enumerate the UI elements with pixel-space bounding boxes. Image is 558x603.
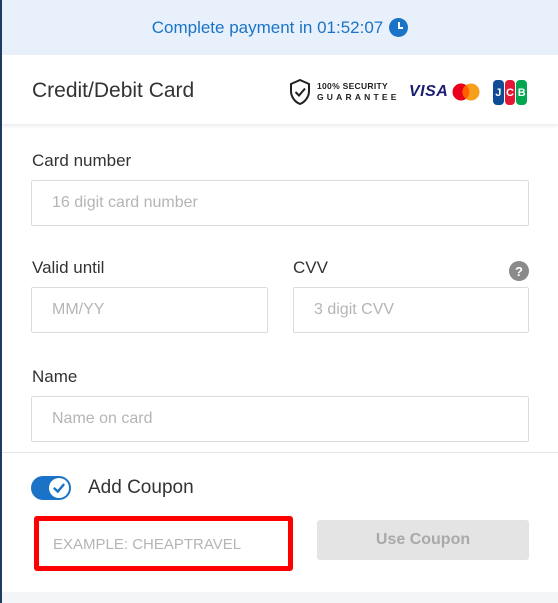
use-coupon-button[interactable]: Use Coupon xyxy=(317,520,529,560)
visa-logo: VISA xyxy=(409,83,449,100)
name-on-card-input[interactable] xyxy=(31,396,529,442)
check-icon xyxy=(53,483,65,494)
cvv-input[interactable] xyxy=(293,287,529,333)
card-header: Credit/Debit Card 100% SECURITY GUARANTE… xyxy=(2,55,558,125)
cvv-label: CVV xyxy=(293,258,328,277)
add-coupon-label: Add Coupon xyxy=(88,477,194,498)
shield-check-icon xyxy=(290,79,310,105)
card-title: Credit/Debit Card xyxy=(32,79,195,102)
coupon-highlight-box xyxy=(34,516,293,571)
question-icon[interactable]: ? xyxy=(509,261,529,281)
payment-card-panel: Credit/Debit Card 100% SECURITY GUARANTE… xyxy=(2,55,558,603)
toggle-knob xyxy=(49,478,69,498)
bottom-strip xyxy=(2,592,558,603)
section-divider xyxy=(2,452,558,453)
jcb-logo: J C B xyxy=(493,80,528,105)
mastercard-logo xyxy=(452,83,480,101)
payment-timer-bar: Complete payment in 01:52:07 xyxy=(2,0,558,55)
security-badge: 100% SECURITY GUARANTEE xyxy=(289,79,400,105)
card-number-label: Card number xyxy=(32,151,132,170)
card-number-input[interactable] xyxy=(31,180,529,226)
coupon-code-input[interactable] xyxy=(43,525,284,563)
add-coupon-toggle[interactable] xyxy=(31,476,71,500)
payment-timer-text: Complete payment in 01:52:07 xyxy=(151,17,384,37)
clock-icon xyxy=(389,18,409,37)
security-guarantee-text: 100% SECURITY GUARANTEE xyxy=(317,81,400,102)
valid-until-input[interactable] xyxy=(31,287,268,333)
name-label: Name xyxy=(32,367,78,386)
valid-until-label: Valid until xyxy=(32,258,105,277)
